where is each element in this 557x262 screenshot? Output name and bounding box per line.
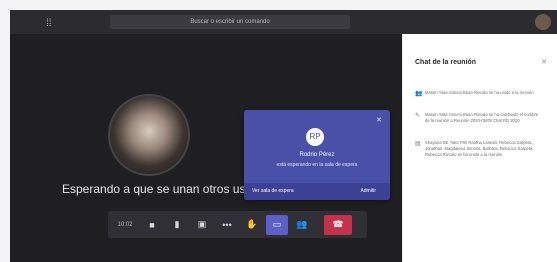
teams-window: ⁞⁞ Buscar o escribir un comando Esperand… <box>0 0 557 262</box>
close-icon[interactable]: ✕ <box>376 116 382 124</box>
chat-title: Chat de la reunión <box>415 59 477 66</box>
microphone-icon[interactable]: ▮ <box>166 215 188 235</box>
chat-event-item: ▤ Shayana DE Yake Priti Rantha Laseatt, … <box>415 140 549 158</box>
admit-button[interactable]: Admitir <box>360 188 376 194</box>
meeting-timer: 10:02 <box>117 221 133 228</box>
notification-message: está esperando en la sala de espera <box>276 162 358 168</box>
view-lobby-button[interactable]: Ver sala de espera <box>252 188 294 194</box>
meeting-controls: 10:02 ■ ▮ ▣ ••• ✋ ▭ 👥 ☎ <box>108 211 367 238</box>
chat-event-text: Shayana DE Yake Priti Rantha Laseatt, Re… <box>425 140 534 157</box>
notification-name: Rodrio Pérez <box>299 152 335 158</box>
meeting-chat-panel: Chat de la reunión ✕ 👥 Mason Yake Simeni… <box>403 34 557 262</box>
notification-actions: Ver sala de espera Admitir <box>244 183 390 200</box>
lobby-notification: ✕ RP Rodrio Pérez está esperando en la s… <box>244 110 390 200</box>
more-options-icon[interactable]: ••• <box>216 215 238 235</box>
pencil-icon: ✎ <box>415 113 421 119</box>
raise-hand-icon[interactable]: ✋ <box>241 215 263 235</box>
top-bar: ⁞⁞ Buscar o escribir un comando <box>10 10 557 34</box>
notification-avatar: RP <box>306 128 324 146</box>
chat-event-item: ✎ Mason Yake Simeni Brian Rivcalo se ha … <box>415 112 549 124</box>
camera-icon[interactable]: ■ <box>141 215 163 235</box>
people-icon: 👥 <box>415 91 423 97</box>
document-icon: ▤ <box>415 141 421 147</box>
search-input[interactable]: Buscar o escribir un comando <box>110 15 350 29</box>
participant-avatar <box>108 94 190 176</box>
chat-event-text: Mason Yake Simeni Brian Rivcalo se ha ca… <box>425 112 539 123</box>
grid-icon[interactable]: ⁞⁞ <box>46 18 52 29</box>
chat-icon[interactable]: ▭ <box>266 214 288 235</box>
participants-icon[interactable]: 👥 <box>291 215 313 235</box>
leave-call-button[interactable]: ☎ <box>324 214 352 235</box>
close-chat-icon[interactable]: ✕ <box>541 58 547 66</box>
meeting-stage: Esperando a que se unan otros usuarios..… <box>10 34 402 262</box>
share-screen-icon[interactable]: ▣ <box>191 215 213 235</box>
profile-avatar[interactable] <box>535 14 551 30</box>
chat-event-item: 👥 Mason Yake Simeni Brian Rivcalo se ha … <box>415 90 549 97</box>
chat-event-text: Mason Yake Simeni Brian Rivcalo se ha un… <box>425 90 534 95</box>
